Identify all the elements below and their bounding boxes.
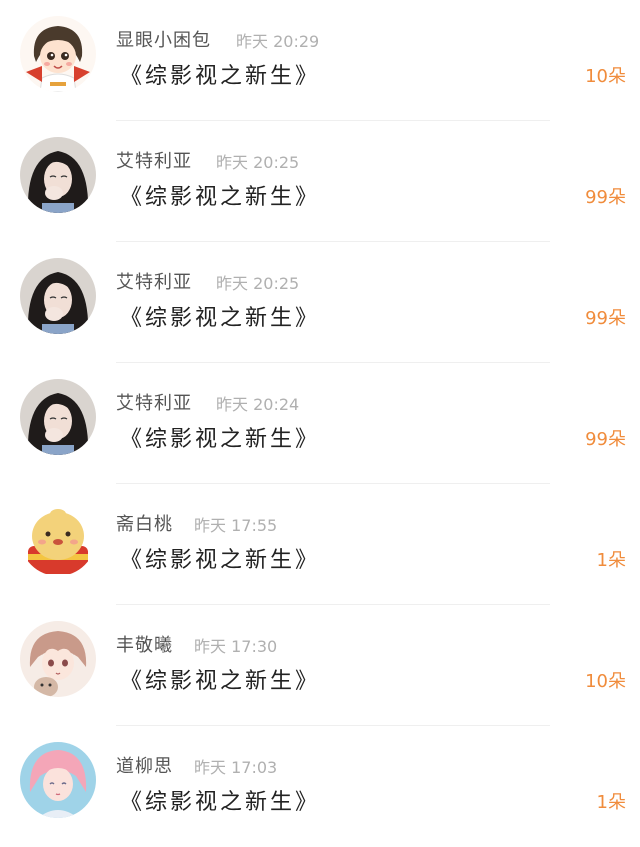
list-item[interactable]: 艾特利亚 昨天 20:24 《综影视之新生》 99朵	[0, 363, 640, 484]
sender-name[interactable]: 艾特利亚	[116, 389, 192, 415]
send-time: 昨天 20:29	[236, 32, 320, 51]
list-item[interactable]: 道柳思 昨天 17:03 《综影视之新生》 1朵	[0, 726, 640, 847]
flower-amount: 10朵	[585, 671, 626, 692]
send-time: 昨天 20:24	[216, 395, 300, 414]
send-time: 昨天 20:25	[216, 274, 300, 293]
flower-amount: 99朵	[585, 187, 626, 208]
book-title: 《综影视之新生》	[120, 427, 321, 452]
sender-name[interactable]: 斋白桃	[116, 510, 173, 536]
gift-record-list: 显眼小困包 昨天 20:29 《综影视之新生》 10朵 艾特利亚 昨天 20:2…	[0, 0, 640, 842]
sender-name[interactable]: 显眼小困包	[116, 26, 211, 52]
sender-name[interactable]: 艾特利亚	[116, 147, 192, 173]
book-title: 《综影视之新生》	[120, 64, 321, 89]
sender-name[interactable]: 艾特利亚	[116, 268, 192, 294]
flower-amount: 1朵	[596, 792, 626, 813]
cartoon-dumpling-avatar-icon[interactable]	[20, 500, 96, 576]
pastel-portrait-avatar-icon[interactable]	[20, 742, 96, 818]
send-time: 昨天 17:03	[194, 758, 278, 777]
cartoon-girl-avatar-icon[interactable]	[20, 16, 96, 92]
flower-amount: 99朵	[585, 429, 626, 450]
sender-name[interactable]: 丰敬曦	[116, 631, 173, 657]
girl-photo-avatar-icon[interactable]	[20, 258, 96, 334]
flower-amount: 99朵	[585, 308, 626, 329]
send-time: 昨天 17:55	[194, 516, 278, 535]
flower-amount: 1朵	[596, 550, 626, 571]
list-item[interactable]: 斋白桃 昨天 17:55 《综影视之新生》 1朵	[0, 484, 640, 605]
girl-photo-avatar-icon[interactable]	[20, 379, 96, 455]
list-item[interactable]: 显眼小困包 昨天 20:29 《综影视之新生》 10朵	[0, 0, 640, 121]
girl-photo-avatar-icon[interactable]	[20, 137, 96, 213]
send-time: 昨天 17:30	[194, 637, 278, 656]
list-item[interactable]: 丰敬曦 昨天 17:30 《综影视之新生》 10朵	[0, 605, 640, 726]
book-title: 《综影视之新生》	[120, 669, 321, 694]
flower-amount: 10朵	[585, 66, 626, 87]
book-title: 《综影视之新生》	[120, 306, 321, 331]
book-title: 《综影视之新生》	[120, 185, 321, 210]
anime-boy-avatar-icon[interactable]	[20, 621, 96, 697]
sender-name[interactable]: 道柳思	[116, 752, 173, 778]
book-title: 《综影视之新生》	[120, 790, 321, 815]
list-item[interactable]: 艾特利亚 昨天 20:25 《综影视之新生》 99朵	[0, 121, 640, 242]
book-title: 《综影视之新生》	[120, 548, 321, 573]
send-time: 昨天 20:25	[216, 153, 300, 172]
list-item[interactable]: 艾特利亚 昨天 20:25 《综影视之新生》 99朵	[0, 242, 640, 363]
